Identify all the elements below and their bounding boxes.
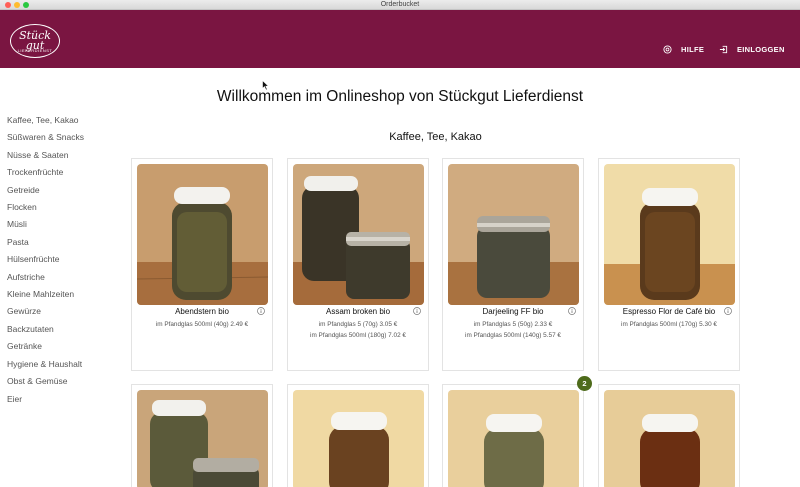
product-image[interactable] <box>604 164 735 305</box>
product-name: Abendstern bio <box>175 307 229 316</box>
sidebar-item-aufstriche[interactable]: Aufstriche <box>7 269 117 286</box>
product-card[interactable]: Abendstern bio im Pfandglas 500ml (40g) … <box>131 158 273 371</box>
product-name: Espresso Flor de Café bio <box>622 307 716 316</box>
help-label: HILFE <box>681 45 705 54</box>
info-icon[interactable] <box>257 307 265 315</box>
product-image[interactable] <box>448 164 579 305</box>
info-icon[interactable] <box>413 307 421 315</box>
window-titlebar: Orderbucket <box>0 0 800 10</box>
sidebar-item-obst-gemuese[interactable]: Obst & Gemüse <box>7 373 117 390</box>
product-card[interactable] <box>442 384 584 487</box>
sidebar-item-hygiene-haushalt[interactable]: Hygiene & Haushalt <box>7 356 117 373</box>
window-title: Orderbucket <box>380 1 420 8</box>
help-link[interactable]: HILFE <box>663 45 704 54</box>
sidebar-item-eier[interactable]: Eier <box>7 391 117 408</box>
help-icon <box>663 45 672 54</box>
page-title: Willkommen im Onlineshop von Stückgut Li… <box>216 88 584 105</box>
product-price: im Pfandglas 500ml (170g) 5.30 € <box>621 321 717 328</box>
product-card[interactable]: Espresso Flor de Café bio im Pfandglas 5… <box>598 158 740 371</box>
product-card[interactable]: Assam broken bio im Pfandglas 5 (70g) 3.… <box>287 158 429 371</box>
product-image[interactable] <box>604 390 735 487</box>
product-price: im Pfandglas 500ml (180g) 7.02 € <box>310 332 406 339</box>
login-link[interactable]: EINLOGGEN <box>719 45 785 54</box>
site-logo[interactable]: Stück gut LIEFERDIENST <box>10 24 60 58</box>
sidebar-item-huelsenfruechte[interactable]: Hülsenfrüchte <box>7 251 117 268</box>
logo-subtitle: LIEFERDIENST <box>17 48 53 53</box>
product-card[interactable] <box>131 384 273 487</box>
sidebar-item-suesswaren-snacks[interactable]: Süßwaren & Snacks <box>7 129 117 146</box>
product-price: im Pfandglas 5 (50g) 2.33 € <box>473 321 553 328</box>
product-card[interactable] <box>598 384 740 487</box>
sidebar-item-backzutaten[interactable]: Backzutaten <box>7 321 117 338</box>
sidebar-item-nuesse-saaten[interactable]: Nüsse & Saaten <box>7 147 117 164</box>
login-icon <box>719 45 728 54</box>
login-label: EINLOGGEN <box>737 45 785 54</box>
product-price: im Pfandglas 500ml (40g) 2.49 € <box>155 321 249 328</box>
section-title: Kaffee, Tee, Kakao <box>389 131 482 143</box>
category-sidebar: Kaffee, Tee, Kakao Süßwaren & Snacks Nüs… <box>7 112 117 408</box>
sidebar-item-muesli[interactable]: Müsli <box>7 216 117 233</box>
product-price: im Pfandglas 500ml (140g) 5.57 € <box>465 332 561 339</box>
product-name: Darjeeling FF bio <box>482 307 544 316</box>
site-header: Stück gut LIEFERDIENST HILFE EINLOGGEN <box>0 10 800 68</box>
sidebar-item-trockenfruechte[interactable]: Trockenfrüchte <box>7 164 117 181</box>
product-image[interactable] <box>293 164 424 305</box>
sidebar-item-kaffee-tee-kakao[interactable]: Kaffee, Tee, Kakao <box>7 112 117 129</box>
info-icon[interactable] <box>724 307 732 315</box>
product-image[interactable] <box>293 390 424 487</box>
product-image[interactable] <box>137 390 268 487</box>
sidebar-item-kleine-mahlzeiten[interactable]: Kleine Mahlzeiten <box>7 286 117 303</box>
sidebar-item-gewuerze[interactable]: Gewürze <box>7 303 117 320</box>
sidebar-item-pasta[interactable]: Pasta <box>7 234 117 251</box>
info-icon[interactable] <box>568 307 576 315</box>
sidebar-item-getreide[interactable]: Getreide <box>7 182 117 199</box>
product-name: Assam broken bio <box>325 307 391 316</box>
sidebar-item-getraenke[interactable]: Getränke <box>7 338 117 355</box>
product-price: im Pfandglas 5 (70g) 3.05 € <box>318 321 398 328</box>
cart-count-badge[interactable]: 2 <box>577 376 592 391</box>
product-image[interactable] <box>448 390 579 487</box>
sidebar-item-flocken[interactable]: Flocken <box>7 199 117 216</box>
product-card[interactable] <box>287 384 429 487</box>
product-image[interactable] <box>137 164 268 305</box>
product-card[interactable]: Darjeeling FF bio im Pfandglas 5 (50g) 2… <box>442 158 584 371</box>
